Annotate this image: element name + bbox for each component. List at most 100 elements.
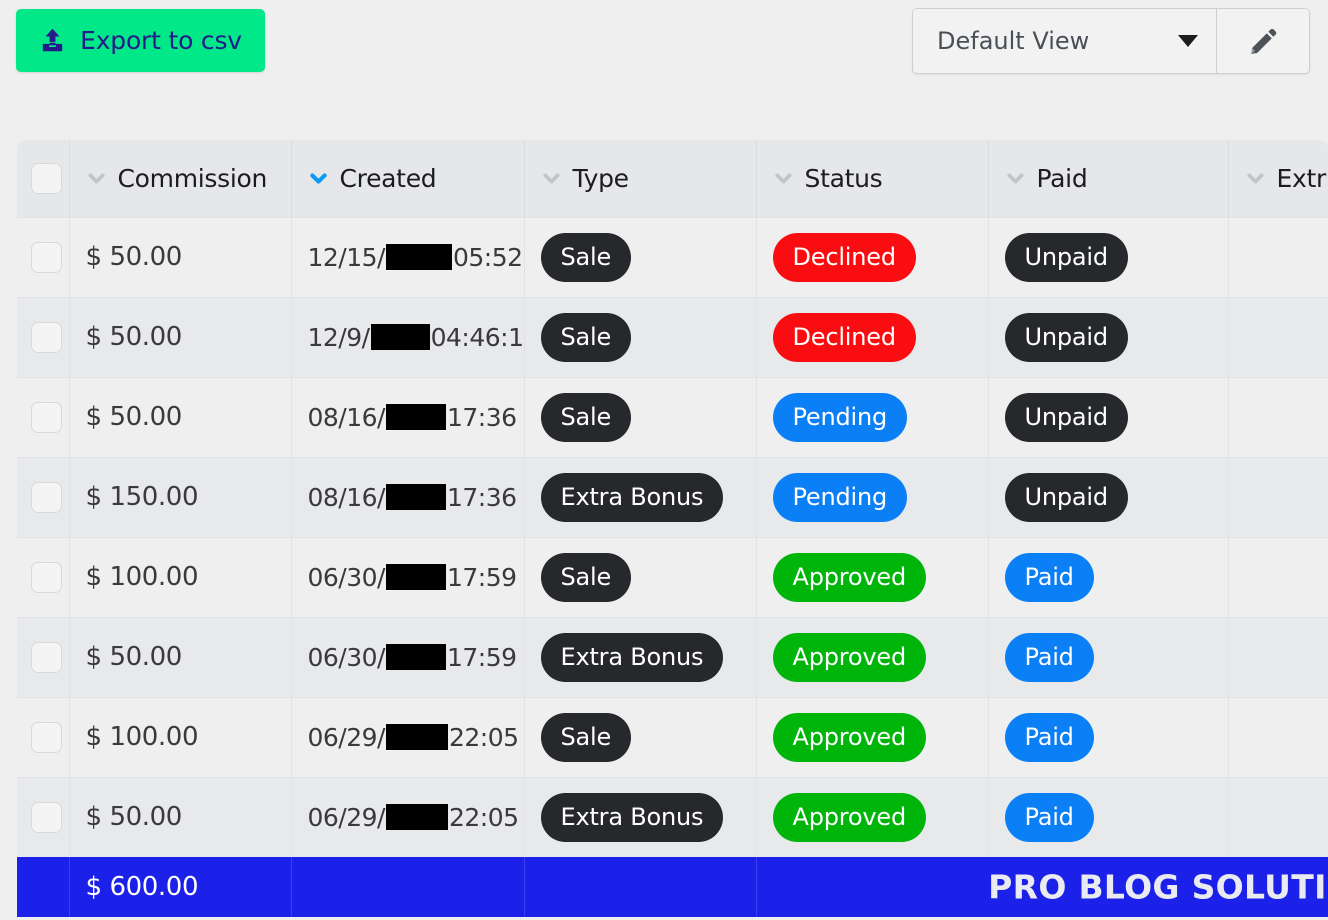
header-commission[interactable]: Commission — [69, 140, 292, 217]
totals-created-cell — [291, 857, 525, 917]
row-select-cell[interactable] — [17, 296, 70, 377]
status-cell: Pending — [756, 376, 989, 457]
paid-badge: Unpaid — [1004, 392, 1128, 442]
commission-cell: $ 150.00 — [69, 456, 292, 537]
table-row[interactable]: $ 100.00 06/30/17:59 Sale Approved Paid — [17, 536, 1328, 617]
table-row[interactable]: $ 150.00 08/16/ 17:36 Extra Bonus Pending Un… — [17, 456, 1328, 537]
view-select-value: Default View — [937, 27, 1090, 55]
header-created[interactable]: Created — [291, 140, 525, 217]
table-row[interactable]: $ 100.00 06/29/22:05 Sale Approved Paid — [17, 696, 1328, 777]
paid-cell: Paid — [988, 616, 1229, 697]
totals-select-cell — [17, 857, 70, 917]
commission-value: $ 50.00 — [85, 642, 183, 672]
header-paid-label: Paid — [1036, 163, 1088, 193]
view-select[interactable]: Default View — [913, 9, 1217, 73]
table-row[interactable]: $ 50.00 12/9/04:46:1 Sale Declined Unpaid — [17, 296, 1328, 377]
created-time-suffix: 22:05 — [448, 802, 519, 832]
created-date-prefix: 08/16/ — [307, 482, 386, 512]
paid-badge: Paid — [1004, 712, 1094, 762]
row-select-cell[interactable] — [17, 616, 70, 697]
header-extra-label: Extr — [1276, 163, 1327, 193]
extra-cell — [1228, 616, 1328, 697]
header-status[interactable]: Status — [756, 140, 989, 217]
created-cell: 06/29/22:05 — [291, 696, 525, 777]
created-cell: 06/30/17:59 — [291, 536, 525, 617]
paid-cell: Paid — [988, 696, 1229, 777]
header-extra[interactable]: Extr — [1228, 140, 1328, 217]
row-checkbox[interactable] — [31, 801, 62, 833]
paid-cell: Unpaid — [988, 376, 1229, 457]
export-to-csv-button[interactable]: Export to csv — [16, 9, 265, 72]
status-cell: Approved — [756, 696, 989, 777]
edit-view-button[interactable] — [1217, 9, 1309, 73]
created-time-suffix: 17:59 — [446, 562, 517, 592]
status-cell: Declined — [756, 216, 989, 297]
row-checkbox[interactable] — [31, 401, 62, 433]
created-cell: 08/16/ 17:36 — [291, 376, 525, 457]
created-date-prefix: 06/30/ — [307, 642, 386, 672]
type-cell: Sale — [524, 296, 757, 377]
redaction-box — [385, 244, 452, 270]
row-select-cell[interactable] — [17, 696, 70, 777]
type-cell: Sale — [524, 536, 757, 617]
status-badge: Pending — [772, 392, 908, 442]
paid-cell: Unpaid — [988, 296, 1229, 377]
created-cell: 06/29/22:05 — [291, 776, 525, 857]
row-select-cell[interactable] — [17, 376, 70, 457]
type-badge: Sale — [540, 552, 632, 602]
chevron-down-icon — [1006, 173, 1024, 184]
status-cell: Approved — [756, 776, 989, 857]
table-row[interactable]: $ 50.00 06/30/ 17:59 Extra Bonus Approved Pa… — [17, 616, 1328, 697]
commission-cell: $ 50.00 — [69, 776, 292, 857]
redaction-box — [385, 564, 446, 590]
paid-badge: Paid — [1004, 632, 1094, 682]
header-created-label: Created — [339, 163, 437, 193]
commission-cell: $ 50.00 — [69, 296, 292, 377]
created-time-suffix: 22:05 — [448, 722, 519, 752]
row-checkbox[interactable] — [31, 481, 62, 513]
table-row[interactable]: $ 50.00 12/15/05:52 Sale Declined Unpaid — [17, 216, 1328, 297]
commission-value: $ 50.00 — [85, 402, 183, 432]
extra-cell — [1228, 456, 1328, 537]
row-checkbox[interactable] — [31, 561, 62, 593]
type-cell: Sale — [524, 696, 757, 777]
status-cell: Approved — [756, 536, 989, 617]
type-cell: Extra Bonus — [524, 616, 757, 697]
totals-commission-cell: $ 600.00 — [69, 857, 292, 917]
header-paid[interactable]: Paid — [988, 140, 1229, 217]
chevron-down-icon — [87, 173, 105, 184]
chevron-down-icon-active — [309, 173, 327, 184]
redaction-box — [385, 644, 446, 670]
paid-badge: Unpaid — [1004, 232, 1128, 282]
row-checkbox[interactable] — [31, 321, 62, 353]
header-select-all[interactable] — [17, 140, 70, 217]
status-cell: Declined — [756, 296, 989, 377]
row-select-cell[interactable] — [17, 776, 70, 857]
row-checkbox[interactable] — [31, 721, 62, 753]
row-select-cell[interactable] — [17, 536, 70, 617]
table-row[interactable]: $ 50.00 08/16/ 17:36 Sale Pending Unpaid — [17, 376, 1328, 457]
row-select-cell[interactable] — [17, 216, 70, 297]
created-time-suffix: 04:46:1 — [430, 322, 524, 352]
chevron-down-icon — [542, 173, 560, 184]
status-badge: Approved — [772, 552, 927, 602]
totals-commission-value: $ 600.00 — [85, 872, 199, 902]
row-checkbox[interactable] — [31, 241, 62, 273]
paid-cell: Paid — [988, 536, 1229, 617]
commission-cell: $ 50.00 — [69, 376, 292, 457]
type-cell: Sale — [524, 216, 757, 297]
export-to-csv-label: Export to csv — [80, 26, 242, 55]
totals-type-cell — [524, 857, 757, 917]
row-select-cell[interactable] — [17, 456, 70, 537]
paid-badge: Paid — [1004, 552, 1094, 602]
header-type[interactable]: Type — [524, 140, 757, 217]
table-row[interactable]: $ 50.00 06/29/22:05 Extra Bonus Approved Pai… — [17, 776, 1328, 857]
commission-cell: $ 100.00 — [69, 536, 292, 617]
table-header: Commission Created Type Status Paid Extr — [17, 140, 1328, 217]
extra-cell — [1228, 776, 1328, 857]
view-selector-group: Default View — [912, 8, 1310, 74]
commissions-table-container: Commission Created Type Status Paid Extr… — [17, 140, 1328, 917]
select-all-checkbox[interactable] — [31, 162, 62, 194]
row-checkbox[interactable] — [31, 641, 62, 673]
caret-down-icon — [1178, 35, 1198, 47]
